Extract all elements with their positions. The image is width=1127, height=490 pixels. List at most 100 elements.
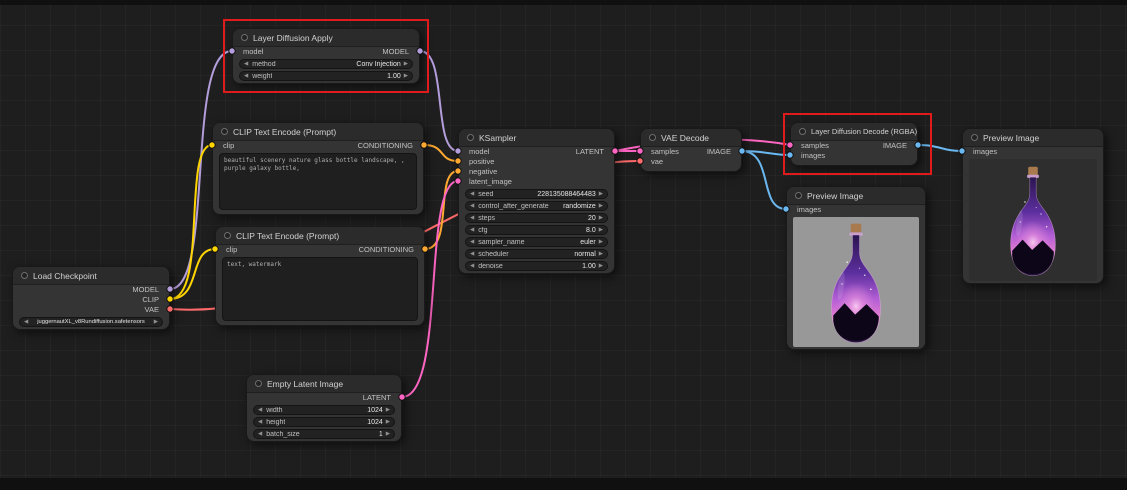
- node-clip-text-encode-positive[interactable]: CLIP Text Encode (Prompt) clip CONDITION…: [212, 122, 424, 215]
- arrow-right-icon[interactable]: ▶: [599, 261, 603, 271]
- slot-row: clip CONDITIONING: [216, 245, 424, 255]
- prompt-textarea[interactable]: beautiful scenery nature glass bottle la…: [219, 153, 417, 210]
- arrow-left-icon[interactable]: ◀: [470, 249, 474, 259]
- input-label-samples: samples: [651, 147, 679, 157]
- node-clip-text-encode-negative[interactable]: CLIP Text Encode (Prompt) clip CONDITION…: [215, 226, 425, 326]
- arrow-left-icon[interactable]: ◀: [470, 225, 474, 235]
- title-bar-empty-latent-image[interactable]: Empty Latent Image: [247, 375, 401, 393]
- arrow-left-icon[interactable]: ◀: [470, 213, 474, 223]
- widget-label: seed: [478, 191, 493, 198]
- title-bar-preview-image-left[interactable]: Preview Image: [787, 187, 925, 205]
- input-label-vae: vae: [651, 157, 663, 167]
- widget-batch-size[interactable]: ◀ batch_size 1 ▶: [253, 429, 395, 439]
- node-vae-decode[interactable]: VAE Decode samples IMAGE vae: [640, 128, 742, 172]
- arrow-left-icon[interactable]: ◀: [470, 189, 474, 199]
- arrow-left-icon[interactable]: ◀: [470, 261, 474, 271]
- widget-weight[interactable]: ◀ weight 1.00 ▶: [239, 71, 413, 81]
- input-label-images: images: [801, 151, 825, 161]
- arrow-right-icon[interactable]: ▶: [154, 317, 158, 327]
- link-apply-model-to-ksampler: [420, 51, 458, 151]
- collapse-dot-icon[interactable]: [21, 272, 28, 279]
- widget-method[interactable]: ◀ method Conv Injection ▶: [239, 59, 413, 69]
- widget-width[interactable]: ◀ width 1024 ▶: [253, 405, 395, 415]
- node-layer-diffusion-decode[interactable]: Layer Diffusion Decode (RGBA) samples IM…: [790, 122, 918, 166]
- node-title: CLIP Text Encode (Prompt): [236, 231, 339, 241]
- title-bar-preview-image-right[interactable]: Preview Image: [963, 129, 1103, 147]
- collapse-dot-icon[interactable]: [799, 128, 806, 135]
- arrow-right-icon[interactable]: ▶: [599, 213, 603, 223]
- arrow-right-icon[interactable]: ▶: [404, 59, 408, 69]
- widget-label: sampler_name: [478, 239, 524, 246]
- arrow-right-icon[interactable]: ▶: [599, 189, 603, 199]
- collapse-dot-icon[interactable]: [649, 134, 656, 141]
- node-title: VAE Decode: [661, 133, 709, 143]
- widget-steps[interactable]: ◀ steps 20 ▶: [465, 213, 608, 223]
- node-load-checkpoint[interactable]: Load Checkpoint MODEL CLIP VAE ◀ juggern…: [12, 266, 170, 330]
- widget-denoise[interactable]: ◀ denoise 1.00 ▶: [465, 261, 608, 271]
- title-bar-load-checkpoint[interactable]: Load Checkpoint: [13, 267, 169, 285]
- collapse-dot-icon[interactable]: [255, 380, 262, 387]
- widget-ckpt-name[interactable]: ◀ juggernautXL_v8Rundiffusion.safetensor…: [19, 317, 163, 327]
- arrow-right-icon[interactable]: ▶: [386, 429, 390, 439]
- output-label-clip: CLIP: [142, 295, 159, 305]
- title-bar-layer-diffusion-decode[interactable]: Layer Diffusion Decode (RGBA): [791, 123, 917, 141]
- collapse-dot-icon[interactable]: [224, 232, 231, 239]
- collapse-dot-icon[interactable]: [467, 134, 474, 141]
- widget-height[interactable]: ◀ height 1024 ▶: [253, 417, 395, 427]
- title-bar-vae-decode[interactable]: VAE Decode: [641, 129, 741, 147]
- widget-sampler-name[interactable]: ◀ sampler_name euler ▶: [465, 237, 608, 247]
- node-title: Preview Image: [807, 191, 863, 201]
- widget-value: 8.0: [586, 227, 596, 234]
- input-label-images: images: [973, 147, 997, 157]
- title-bar-ksampler[interactable]: KSampler: [459, 129, 614, 147]
- input-label-clip: clip: [226, 245, 237, 255]
- node-preview-image-right[interactable]: Preview Image images: [962, 128, 1104, 284]
- widget-label: control_after_generate: [478, 203, 548, 210]
- slot-row: negative: [459, 167, 614, 177]
- widget-seed[interactable]: ◀ seed 228135088464483 ▶: [465, 189, 608, 199]
- bottle-artwork: [821, 221, 891, 347]
- arrow-right-icon[interactable]: ▶: [386, 417, 390, 427]
- title-bar-clip-text-encode-positive[interactable]: CLIP Text Encode (Prompt): [213, 123, 423, 141]
- arrow-right-icon[interactable]: ▶: [599, 201, 603, 211]
- arrow-right-icon[interactable]: ▶: [599, 225, 603, 235]
- slot-row: samples IMAGE: [791, 141, 917, 151]
- title-bar-clip-text-encode-negative[interactable]: CLIP Text Encode (Prompt): [216, 227, 424, 245]
- node-layer-diffusion-apply[interactable]: Layer Diffusion Apply model MODEL ◀ meth…: [232, 28, 420, 84]
- slot-row: positive: [459, 157, 614, 167]
- widget-value: normal: [574, 251, 595, 258]
- node-preview-image-left[interactable]: Preview Image images: [786, 186, 926, 350]
- arrow-left-icon[interactable]: ◀: [244, 59, 248, 69]
- input-label-clip: clip: [223, 141, 234, 151]
- node-ksampler[interactable]: KSampler model LATENT positive negative …: [458, 128, 615, 274]
- prompt-textarea[interactable]: text, watermark: [222, 257, 418, 321]
- title-bar-layer-diffusion-apply[interactable]: Layer Diffusion Apply: [233, 29, 419, 47]
- link-positive-cond-to-ksampler: [424, 145, 458, 161]
- arrow-left-icon[interactable]: ◀: [258, 429, 262, 439]
- collapse-dot-icon[interactable]: [221, 128, 228, 135]
- collapse-dot-icon[interactable]: [971, 134, 978, 141]
- widget-control-after-generate[interactable]: ◀ control_after_generate randomize ▶: [465, 201, 608, 211]
- arrow-right-icon[interactable]: ▶: [404, 71, 408, 81]
- node-empty-latent-image[interactable]: Empty Latent Image LATENT ◀ width 1024 ▶…: [246, 374, 402, 442]
- slot-row: images: [963, 147, 1103, 157]
- arrow-right-icon[interactable]: ▶: [599, 237, 603, 247]
- node-title: Empty Latent Image: [267, 379, 343, 389]
- collapse-dot-icon[interactable]: [241, 34, 248, 41]
- widget-cfg[interactable]: ◀ cfg 8.0 ▶: [465, 225, 608, 235]
- widget-scheduler[interactable]: ◀ scheduler normal ▶: [465, 249, 608, 259]
- node-title: KSampler: [479, 133, 516, 143]
- link-vaedecode-to-layerdecode: [742, 151, 790, 155]
- arrow-left-icon[interactable]: ◀: [470, 201, 474, 211]
- arrow-right-icon[interactable]: ▶: [386, 405, 390, 415]
- node-title: Layer Diffusion Decode (RGBA): [811, 127, 917, 136]
- arrow-left-icon[interactable]: ◀: [470, 237, 474, 247]
- input-label-samples: samples: [801, 141, 829, 151]
- arrow-left-icon[interactable]: ◀: [258, 417, 262, 427]
- output-label-latent: LATENT: [576, 147, 604, 157]
- arrow-right-icon[interactable]: ▶: [599, 249, 603, 259]
- collapse-dot-icon[interactable]: [795, 192, 802, 199]
- canvas-edge-top: [0, 0, 1127, 5]
- arrow-left-icon[interactable]: ◀: [244, 71, 248, 81]
- arrow-left-icon[interactable]: ◀: [258, 405, 262, 415]
